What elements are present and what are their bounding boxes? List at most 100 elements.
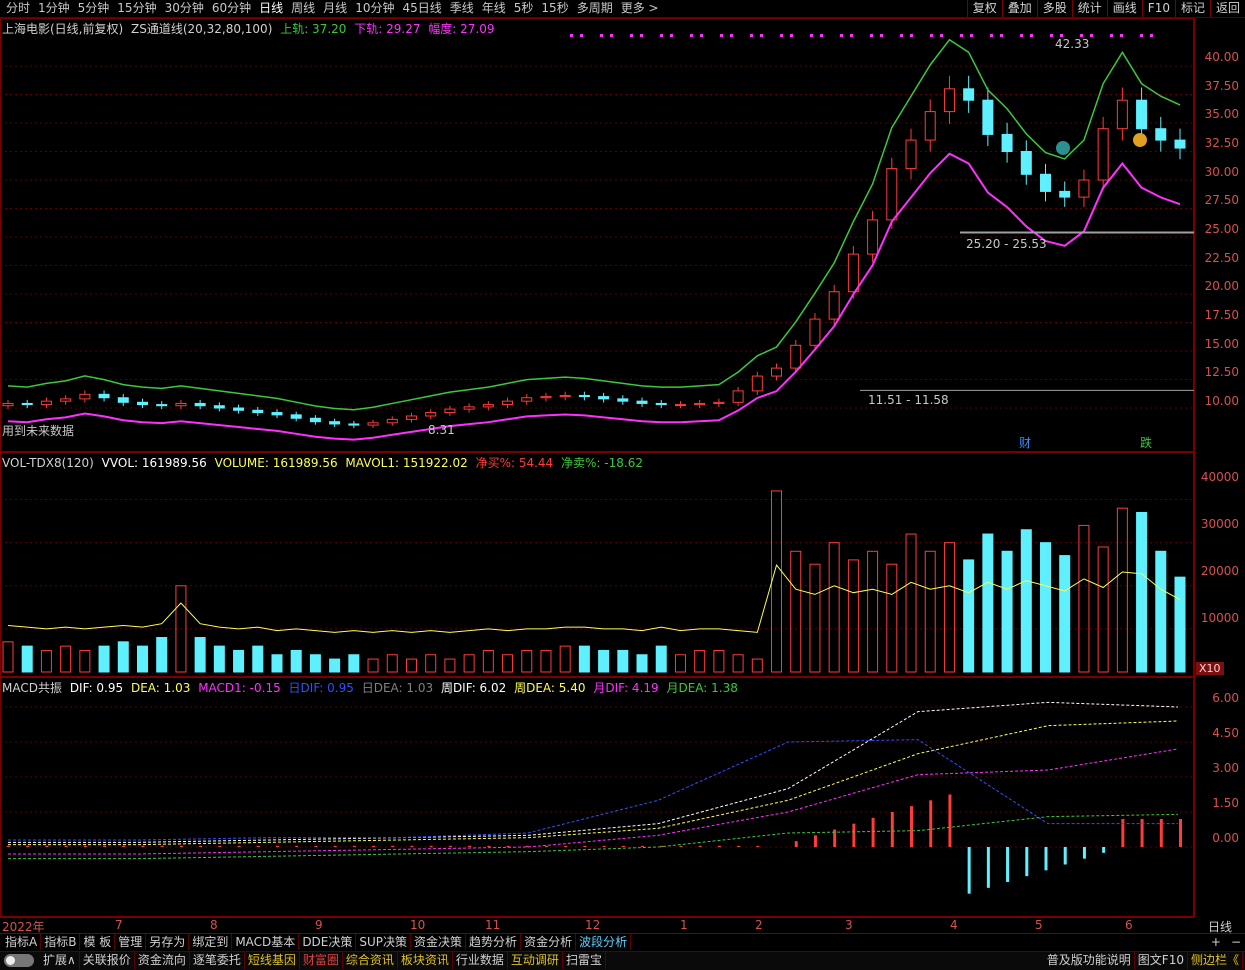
volume-bar bbox=[559, 645, 571, 673]
tool-button-7[interactable]: 返回 bbox=[1209, 0, 1245, 17]
volume-bar bbox=[540, 649, 552, 673]
candle bbox=[367, 419, 379, 429]
tool-button-2[interactable]: 多股 bbox=[1036, 0, 1072, 17]
macd-bar bbox=[372, 845, 376, 847]
volume-bar bbox=[98, 645, 110, 673]
toggle-knob-icon bbox=[6, 956, 15, 965]
volume-bar bbox=[425, 654, 437, 673]
candle bbox=[21, 399, 33, 409]
macd-bar bbox=[1044, 847, 1048, 871]
indicator-tab-7[interactable]: DDE决策 bbox=[299, 934, 357, 950]
tool-button-3[interactable]: 统计 bbox=[1071, 0, 1107, 17]
candle bbox=[982, 87, 994, 147]
status-item-8[interactable]: 互动调研 bbox=[508, 952, 563, 969]
volume-chart[interactable] bbox=[0, 452, 1194, 677]
y-tick-label: 0.00 bbox=[1212, 831, 1239, 845]
candle bbox=[1040, 163, 1052, 202]
macd-bar bbox=[7, 845, 10, 847]
tool-button-6[interactable]: 标记 bbox=[1174, 0, 1210, 17]
period-tab-16[interactable]: 更多 > bbox=[617, 0, 663, 17]
status-item-9[interactable]: 扫雷宝 bbox=[563, 952, 606, 969]
volume-bar bbox=[771, 490, 783, 673]
price-chart[interactable]: 42.33 8.31 25.20 - 25.53 11.51 - 11.58 用到未来数… bbox=[0, 18, 1194, 452]
status-item-6[interactable]: 板块资讯 bbox=[398, 952, 453, 969]
indicator-tab-2[interactable]: 模 板 bbox=[80, 934, 116, 950]
macd-bar bbox=[948, 794, 952, 847]
period-tab-14[interactable]: 15秒 bbox=[537, 0, 572, 17]
y-tick-label: 15.00 bbox=[1204, 336, 1239, 351]
signal-dot bbox=[610, 34, 613, 37]
period-tab-5[interactable]: 60分钟 bbox=[208, 0, 255, 17]
period-tab-2[interactable]: 5分钟 bbox=[74, 0, 114, 17]
period-tab-12[interactable]: 年线 bbox=[478, 0, 510, 17]
status-right-item-2[interactable]: 侧边栏《 bbox=[1188, 952, 1243, 969]
volume-bar bbox=[2, 641, 14, 673]
status-item-1[interactable]: 资金流向 bbox=[135, 952, 190, 969]
candle bbox=[233, 404, 245, 414]
top-toolbar: 分时 1分钟 5分钟 15分钟 30分钟 60分钟 日线 周线 月线 10分钟 45日线 季线 年线 5秒… bbox=[0, 0, 1245, 18]
indicator-tab-3[interactable]: 管理 bbox=[115, 934, 147, 950]
indicator-tab-0[interactable]: 指标A bbox=[2, 934, 42, 950]
volume-bar bbox=[751, 658, 763, 673]
period-tabs: 分时 1分钟 5分钟 15分钟 30分钟 60分钟 日线 周线 月线 10分钟 45日线 季线 年线 5秒… bbox=[2, 0, 663, 17]
expand-button[interactable]: 扩展∧ bbox=[40, 952, 80, 969]
signal-dot bbox=[880, 34, 883, 37]
indicator-tab-5[interactable]: 绑定到 bbox=[189, 934, 233, 950]
indicator-tab-11[interactable]: 资金分析 bbox=[521, 934, 577, 950]
signal-dot bbox=[820, 34, 823, 37]
period-tab-3[interactable]: 15分钟 bbox=[113, 0, 160, 17]
volume-bar bbox=[694, 649, 706, 673]
expand-toggle[interactable] bbox=[4, 954, 34, 967]
status-item-7[interactable]: 行业数据 bbox=[453, 952, 508, 969]
period-tab-0[interactable]: 分时 bbox=[2, 0, 34, 17]
macd-bar bbox=[621, 845, 625, 847]
period-tab-10[interactable]: 45日线 bbox=[398, 0, 445, 17]
status-item-5[interactable]: 综合资讯 bbox=[343, 952, 398, 969]
tool-button-4[interactable]: 画线 bbox=[1106, 0, 1142, 17]
tool-button-1[interactable]: 叠加 bbox=[1001, 0, 1037, 17]
volume-bar bbox=[674, 654, 686, 673]
period-tab-11[interactable]: 季线 bbox=[446, 0, 478, 17]
tool-button-0[interactable]: 复权 bbox=[966, 0, 1002, 17]
status-item-4[interactable]: 财富圈 bbox=[300, 952, 343, 969]
macd-bar bbox=[929, 800, 933, 847]
zoom-out-button[interactable]: − bbox=[1231, 934, 1241, 950]
status-item-3[interactable]: 短线基因 bbox=[245, 952, 300, 969]
status-item-2[interactable]: 逐笔委托 bbox=[190, 952, 245, 969]
macd-bar bbox=[237, 845, 241, 847]
status-bar: 扩展∧ 关联报价 资金流向 逐笔委托 短线基因 财富圈 综合资讯 板块资讯 行业数据 互动调研 扫雷… bbox=[0, 951, 1245, 970]
indicator-tab-4[interactable]: 另存为 bbox=[146, 934, 190, 950]
candle bbox=[540, 392, 552, 402]
indicator-tab-6[interactable]: MACD基本 bbox=[232, 934, 300, 950]
period-tab-15[interactable]: 多周期 bbox=[573, 0, 617, 17]
signal-dot bbox=[1030, 34, 1033, 37]
status-right-item-1[interactable]: 图文F10 bbox=[1135, 952, 1188, 969]
indicator-tab-10[interactable]: 趋势分析 bbox=[466, 934, 522, 950]
period-tab-9[interactable]: 10分钟 bbox=[351, 0, 398, 17]
volume-bar bbox=[136, 645, 148, 673]
candle bbox=[444, 405, 456, 416]
period-tab-1[interactable]: 1分钟 bbox=[34, 0, 74, 17]
status-item-0[interactable]: 关联报价 bbox=[80, 952, 135, 969]
signal-dot bbox=[760, 34, 763, 37]
candle bbox=[117, 394, 129, 406]
volume-bar bbox=[233, 649, 245, 673]
macd-bar bbox=[602, 845, 606, 847]
zoom-in-button[interactable]: + bbox=[1211, 934, 1221, 950]
candle bbox=[329, 418, 341, 427]
signal-dot bbox=[1060, 34, 1063, 37]
high-price-label: 42.33 bbox=[1055, 37, 1089, 51]
period-tab-4[interactable]: 30分钟 bbox=[161, 0, 208, 17]
macd-chart[interactable] bbox=[0, 677, 1194, 917]
tool-button-5[interactable]: F10 bbox=[1141, 0, 1175, 17]
indicator-tab-1[interactable]: 指标B bbox=[41, 934, 81, 950]
volume-bar bbox=[21, 645, 33, 673]
period-tab-8[interactable]: 月线 bbox=[319, 0, 351, 17]
status-right-item-0[interactable]: 普及版功能说明 bbox=[1044, 952, 1135, 969]
indicator-tab-9[interactable]: 资金决策 bbox=[411, 934, 467, 950]
indicator-tab-12[interactable]: 波段分析 bbox=[576, 934, 632, 950]
indicator-tab-8[interactable]: SUP决策 bbox=[356, 934, 412, 950]
period-tab-7[interactable]: 周线 bbox=[287, 0, 319, 17]
period-tab-6[interactable]: 日线 bbox=[255, 0, 287, 17]
period-tab-13[interactable]: 5秒 bbox=[510, 0, 538, 17]
